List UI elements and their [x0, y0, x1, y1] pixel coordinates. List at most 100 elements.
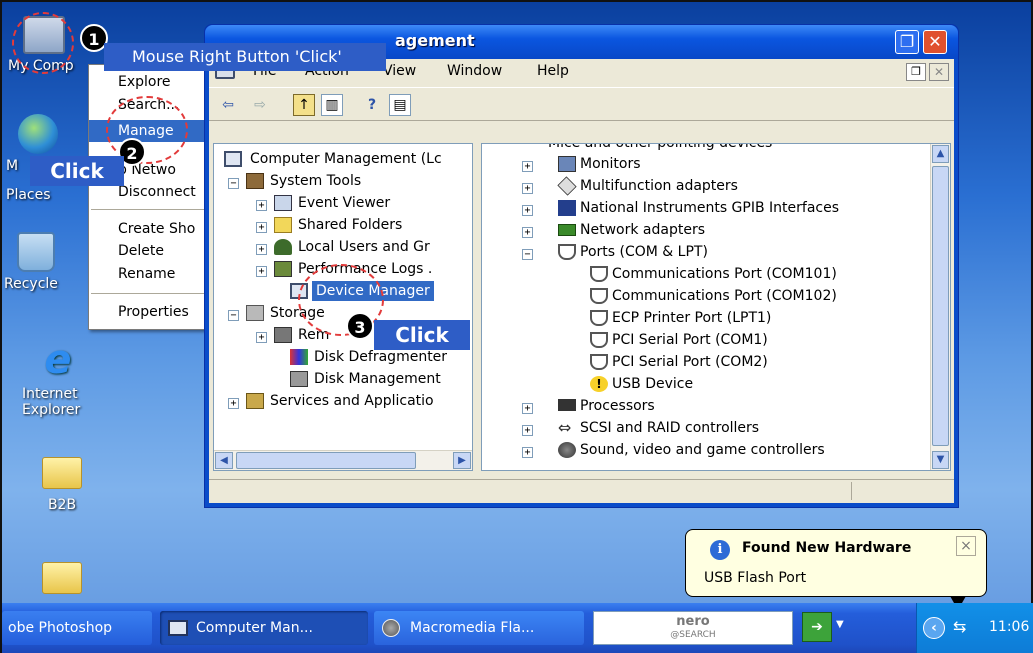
expand-icon[interactable]: + — [522, 447, 533, 458]
menu-item-explore[interactable]: Explore — [89, 71, 209, 93]
taskbar-button-computer-management[interactable]: Computer Man... — [160, 611, 368, 645]
up-folder-icon[interactable]: ↑ — [293, 94, 315, 116]
desktop-icon-label: Recycle — [4, 276, 58, 292]
folder-desktop-icon[interactable] — [16, 562, 108, 598]
network-adapter-icon — [558, 224, 576, 236]
scsi-icon: ⇔ — [558, 418, 572, 437]
computer-icon — [224, 151, 242, 167]
toolbar: ⇦ ⇨ ↑ ▥ ? ▤ — [209, 87, 954, 121]
flash-icon — [382, 619, 400, 637]
vertical-scrollbar[interactable]: ▲ ▼ — [930, 144, 950, 470]
internet-explorer-icon: e — [44, 337, 72, 383]
menu-separator — [91, 209, 207, 210]
removable-storage-icon — [274, 327, 292, 343]
system-tray: ‹ ⇆ 11:06 — [916, 603, 1033, 653]
properties-help-icon[interactable]: ? — [361, 94, 383, 116]
menu-item-create-shortcut[interactable]: Create Sho — [89, 218, 209, 240]
desktop-icon-label-2: Places — [6, 187, 51, 203]
expand-icon[interactable]: + — [522, 205, 533, 216]
expand-icon[interactable]: + — [522, 161, 533, 172]
computer-management-window: agement ❐ ✕ File Action View Window Help… — [204, 24, 959, 508]
warning-icon: ! — [590, 376, 608, 392]
expand-icon[interactable]: + — [256, 200, 267, 211]
computer-management-icon — [168, 620, 188, 636]
mdi-restore-icon[interactable]: ❐ — [906, 63, 926, 81]
step-1-callout: Mouse Right Button 'Click' — [104, 43, 386, 71]
nero-search-box[interactable]: nero @SEARCH — [593, 611, 793, 645]
port-icon — [558, 244, 576, 260]
menu-item-delete[interactable]: Delete — [89, 240, 209, 262]
b2b-folder-desktop-icon[interactable]: B2B — [16, 457, 108, 513]
scroll-right-icon[interactable]: ▶ — [453, 452, 471, 469]
desktop-icon-label-2: Explorer — [22, 402, 81, 418]
collapse-icon[interactable]: − — [228, 310, 239, 321]
taskbar-button-photoshop[interactable]: obe Photoshop — [2, 611, 152, 645]
menu-window[interactable]: Window — [447, 63, 502, 79]
menu-view[interactable]: View — [383, 63, 416, 79]
desktop-icon-label: Internet — [22, 386, 78, 402]
balloon-message: USB Flash Port — [704, 570, 807, 586]
expand-icon[interactable]: + — [256, 222, 267, 233]
balloon-title: Found New Hardware — [742, 540, 912, 556]
event-viewer-icon — [274, 195, 292, 211]
expand-icon[interactable]: + — [522, 183, 533, 194]
monitor-icon — [558, 156, 576, 172]
scroll-left-icon[interactable]: ◀ — [215, 452, 233, 469]
port-icon — [590, 310, 608, 326]
close-button[interactable]: ✕ — [923, 30, 947, 54]
scroll-up-icon[interactable]: ▲ — [932, 145, 949, 163]
defragmenter-icon — [290, 349, 308, 365]
expand-icon[interactable]: + — [256, 332, 267, 343]
scrollbar-thumb[interactable] — [932, 166, 949, 446]
mdi-close-icon[interactable]: ✕ — [929, 63, 949, 81]
menu-help[interactable]: Help — [537, 63, 569, 79]
storage-icon — [246, 305, 264, 321]
scrollbar-thumb[interactable] — [236, 452, 416, 469]
port-icon — [590, 266, 608, 282]
usb-device-tray-icon[interactable]: ⇆ — [953, 617, 977, 637]
sound-icon — [558, 442, 576, 458]
device-tree: Mice and other pointing devices + Monito… — [482, 144, 932, 470]
collapse-icon[interactable]: − — [522, 249, 533, 260]
show-hide-tree-icon[interactable]: ▥ — [321, 94, 343, 116]
menu-separator — [91, 293, 207, 294]
forward-arrow-icon[interactable]: ⇨ — [249, 94, 271, 116]
services-icon — [246, 393, 264, 409]
restore-button[interactable]: ❐ — [895, 30, 919, 54]
expand-icon[interactable]: + — [256, 244, 267, 255]
scroll-down-icon[interactable]: ▼ — [932, 451, 949, 469]
info-icon: i — [710, 540, 730, 560]
internet-explorer-desktop-icon[interactable]: e Internet Explorer — [12, 337, 104, 418]
balloon-close-button[interactable]: × — [956, 536, 976, 556]
tray-expand-chevron-icon[interactable]: ‹ — [923, 617, 945, 639]
shared-folder-icon — [274, 217, 292, 233]
toolbox-icon — [246, 173, 264, 189]
expand-icon[interactable]: + — [522, 425, 533, 436]
taskbar-button-macromedia-flash[interactable]: Macromedia Fla... — [374, 611, 584, 645]
nero-logo-sub: @SEARCH — [670, 630, 716, 640]
globe-icon — [18, 114, 58, 154]
status-bar — [209, 479, 954, 503]
expand-icon[interactable]: + — [522, 227, 533, 238]
step-3-callout: Click — [374, 320, 470, 350]
expand-icon[interactable]: + — [256, 266, 267, 277]
taskbar: obe Photoshop Computer Man... Macromedia… — [2, 603, 1033, 653]
collapse-icon[interactable]: − — [228, 178, 239, 189]
search-go-button[interactable]: ➔ — [802, 612, 832, 642]
menu-item-rename[interactable]: Rename — [89, 263, 209, 285]
folder-icon — [42, 457, 82, 489]
horizontal-scrollbar[interactable]: ◀ ▶ — [214, 450, 472, 470]
menu-item-properties[interactable]: Properties — [89, 301, 209, 323]
port-icon — [590, 288, 608, 304]
search-dropdown-icon[interactable]: ▼ — [836, 619, 844, 630]
expand-icon[interactable]: + — [228, 398, 239, 409]
found-new-hardware-balloon[interactable]: i Found New Hardware × USB Flash Port — [685, 529, 987, 597]
expand-icon[interactable]: + — [522, 403, 533, 414]
desktop-icon-label: B2B — [47, 497, 77, 513]
port-icon — [590, 332, 608, 348]
clock[interactable]: 11:06 — [989, 619, 1029, 635]
recycle-bin-desktop-icon[interactable]: Recycle — [0, 232, 82, 292]
back-arrow-icon[interactable]: ⇦ — [217, 94, 239, 116]
step-3-marker: 3 — [346, 312, 374, 340]
details-view-icon[interactable]: ▤ — [389, 94, 411, 116]
